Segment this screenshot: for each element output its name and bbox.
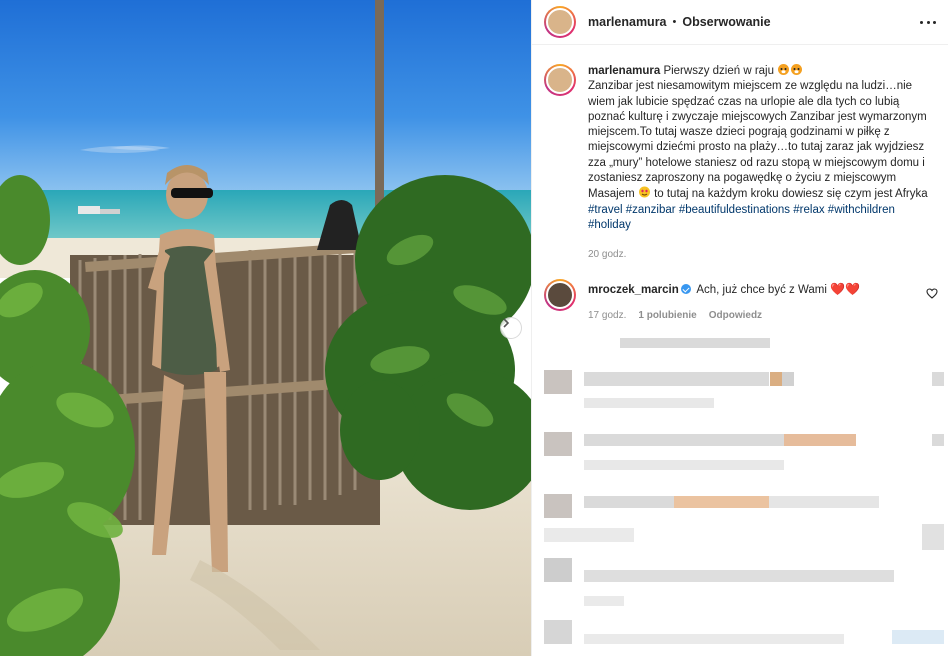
comment-item: mroczek_marcin Ach, już chce być z Wami …: [544, 279, 939, 311]
blurred-block: [932, 434, 944, 446]
caption-title: Pierwszy dzień w raju: [663, 65, 775, 77]
blurred-block: [769, 496, 879, 508]
heart-outline-icon[interactable]: [926, 288, 938, 299]
post-caption: marlenamura Pierwszy dzień w raju Zanzib…: [544, 63, 939, 233]
blurred-avatar: [544, 494, 572, 518]
comment-text: mroczek_marcin Ach, już chce być z Wami …: [588, 282, 860, 311]
comment-timestamp[interactable]: 17 godz.: [588, 310, 626, 321]
author-avatar[interactable]: [544, 6, 576, 38]
tiger-face-emoji-icon: [778, 64, 790, 75]
blurred-block: [584, 496, 674, 508]
blurred-block: [544, 528, 634, 542]
blurred-avatar: [544, 620, 572, 644]
hashtag-holiday[interactable]: #holiday: [588, 219, 631, 231]
hashtag-zanzibar[interactable]: #zanzibar: [626, 204, 676, 216]
author-username[interactable]: marlenamura: [588, 15, 667, 29]
next-photo-button[interactable]: [500, 317, 522, 339]
tiger-face-emoji-icon: [791, 64, 803, 75]
caption-text: marlenamura Pierwszy dzień w raju Zanzib…: [588, 63, 939, 233]
heart-eyes-emoji-icon: [638, 186, 650, 198]
header-separator: •: [672, 16, 677, 28]
chevron-right-icon: [503, 318, 510, 328]
red-hearts-emoji: ❤️❤️: [830, 282, 861, 296]
blurred-block: [584, 372, 769, 386]
hashtag-travel[interactable]: #travel: [588, 204, 623, 216]
blurred-block: [584, 634, 844, 644]
blurred-block: [584, 570, 894, 582]
comment-likes-count[interactable]: 1 polubienie: [638, 310, 696, 321]
blurred-avatar: [544, 432, 572, 456]
blurred-block: [922, 524, 944, 550]
hashtag-withchildren[interactable]: #withchildren: [828, 204, 895, 216]
blurred-comments-area: [532, 330, 948, 656]
commenter-avatar[interactable]: [544, 279, 576, 311]
post-side-panel: marlenamura • Obserwowanie marlenamura P…: [531, 0, 948, 656]
caption-body-part1: Zanzibar jest niesamowitym miejscem ze w…: [588, 80, 927, 201]
more-options-icon[interactable]: [920, 20, 936, 24]
caption-author-avatar[interactable]: [544, 64, 576, 96]
blurred-block: [932, 372, 944, 386]
caption-timestamp[interactable]: 20 godz.: [588, 249, 626, 260]
hashtag-relax[interactable]: #relax: [793, 204, 824, 216]
post-header: marlenamura • Obserwowanie: [532, 0, 948, 45]
blurred-block: [584, 460, 784, 470]
blurred-block: [784, 434, 856, 446]
blurred-block: [782, 372, 794, 386]
blurred-block: [584, 434, 784, 446]
blurred-block: [770, 372, 782, 386]
commenter-username[interactable]: mroczek_marcin: [588, 284, 679, 296]
blurred-block: [620, 338, 770, 348]
verified-badge-icon: [680, 284, 691, 294]
caption-body-part2: to tutaj na każdym kroku dowiesz się czy…: [654, 188, 928, 201]
reply-button[interactable]: Odpowiedz: [709, 310, 762, 321]
blurred-block: [674, 496, 769, 508]
beach-photo-image: [0, 0, 531, 656]
hashtag-beautifuldestinations[interactable]: #beautifuldestinations: [679, 204, 790, 216]
comment-body: Ach, już chce być z Wami: [696, 284, 827, 296]
caption-username[interactable]: marlenamura: [588, 65, 660, 77]
blurred-block: [584, 398, 714, 408]
blurred-avatar: [544, 558, 572, 582]
post-photo[interactable]: [0, 0, 531, 656]
blurred-block: [584, 596, 624, 606]
blurred-block: [892, 630, 944, 644]
following-button[interactable]: Obserwowanie: [682, 15, 770, 29]
comment-meta: 17 godz. 1 polubienie Odpowiedz: [588, 310, 762, 321]
instagram-post: marlenamura • Obserwowanie marlenamura P…: [0, 0, 948, 656]
blurred-avatar: [544, 370, 572, 394]
